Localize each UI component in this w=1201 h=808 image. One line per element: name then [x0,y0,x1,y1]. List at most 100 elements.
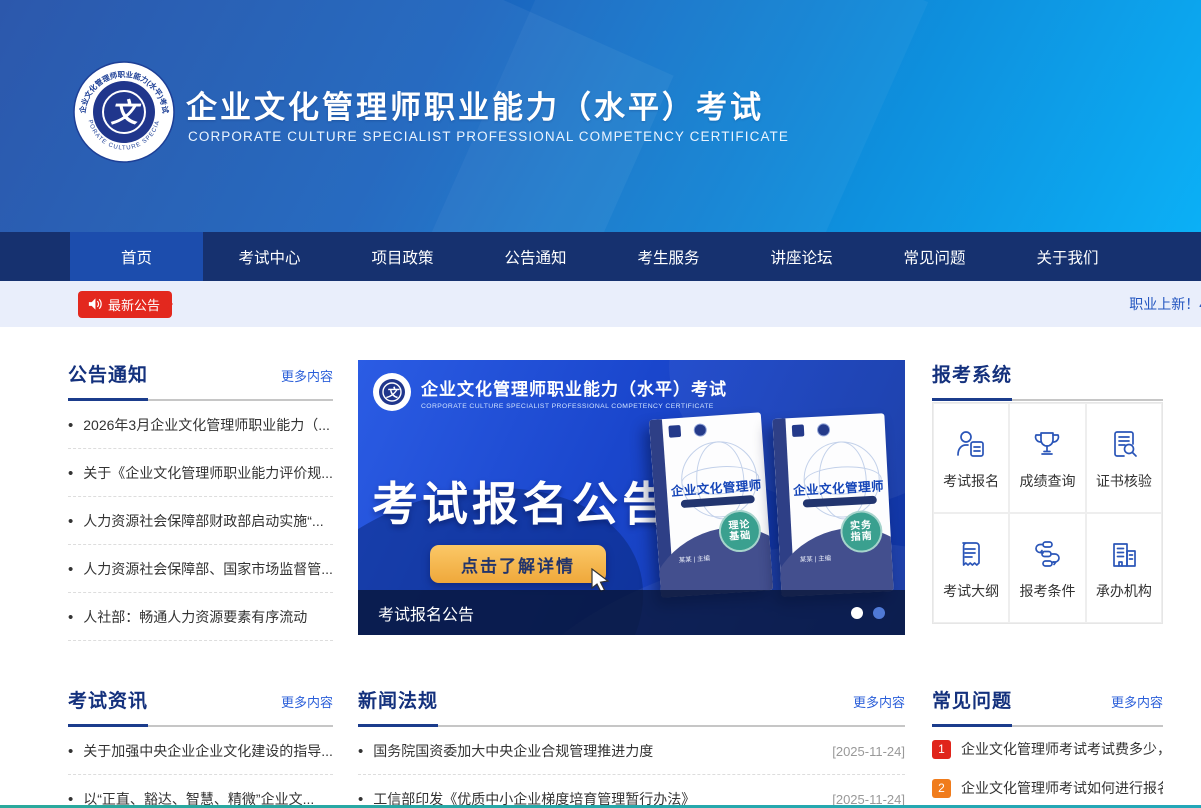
apply-conditions-icon [1029,536,1065,572]
announcement-item[interactable]: • 2026年3月企业文化管理师职业能力（... [68,401,333,449]
notice-ticker-link[interactable]: 职业上新！4 [1129,294,1201,314]
notice-bar: 最新公告 职业上新！4 [0,281,1201,327]
book-tag [668,425,681,438]
page: 企业文化管理师职业能力(水平)考试 CORPORATE CULTURE SPEC… [0,0,1201,808]
cell-label: 报考条件 [1019,581,1075,601]
banner-caption-bar: 考试报名公告 [358,590,905,635]
cell-label: 考试大纲 [943,581,999,601]
site-header: 企业文化管理师职业能力(水平)考试 CORPORATE CULTURE SPEC… [0,0,1201,232]
bullet-icon: • [358,744,363,759]
news-laws-item[interactable]: • 工信部印发《优质中小企业梯度培育管理暂行办法》 [2025-11-24] [358,775,905,808]
exam-register-icon [953,426,989,462]
nav-item-lecture-forum[interactable]: 讲座论坛 [735,232,868,281]
divider [358,725,905,727]
exam-outline-icon [953,536,989,572]
apply-system-title: 报考系统 [932,360,1012,387]
apply-system-item-score[interactable]: 成绩查询 [1009,403,1085,513]
cell-label: 成绩查询 [1019,471,1075,491]
nav-item-candidate-services[interactable]: 考生服务 [602,232,735,281]
banner-logo-glyph: 文 [386,386,400,400]
book-author: 某某 | 主编 [800,552,832,564]
site-subtitle: CORPORATE CULTURE SPECIALIST PROFESSIONA… [188,129,789,144]
apply-system-item-register[interactable]: 考试报名 [933,403,1009,513]
book-badge-line: 指南 [850,531,873,544]
announcement-link[interactable]: 人力资源社会保障部、国家市场监督管... [83,559,333,579]
announcement-item[interactable]: • 人力资源社会保障部、国家市场监督管... [68,545,333,593]
announcements-more-link[interactable]: 更多内容 [281,366,333,385]
banner-books: 企业文化管理师 某某 | 主编 理论 基础 [655,416,889,594]
news-laws-panel: 新闻法规 更多内容 • 国务院国资委加大中央企业合规管理推进力度 [2025-1… [358,686,905,808]
announcements-title: 公告通知 [68,360,148,387]
faq-link[interactable]: 企业文化管理师考试如何进行报名... [961,778,1163,798]
banner-logo-icon: 文 [372,372,412,412]
banner-brand-subtitle: CORPORATE CULTURE SPECIALIST PROFESSIONA… [421,403,727,410]
apply-system-item-conditions[interactable]: 报考条件 [1009,513,1085,623]
divider [68,725,333,727]
cell-label: 考试报名 [943,471,999,491]
nav-item-announcements[interactable]: 公告通知 [469,232,602,281]
faq-title: 常见问题 [932,686,1012,713]
news-laws-item[interactable]: • 国务院国资委加大中央企业合规管理推进力度 [2025-11-24] [358,727,905,775]
exam-news-link[interactable]: 关于加强中央企业企业文化建设的指导... [83,741,333,761]
faq-number-badge: 1 [932,740,951,759]
banner-headline: 考试报名公告 [372,468,672,534]
carousel-dots [851,607,885,619]
banner-caption: 考试报名公告 [378,601,851,625]
speaker-icon [87,297,102,311]
apply-system-item-organizer[interactable]: 承办机构 [1086,513,1162,623]
nav-item-exam-center[interactable]: 考试中心 [203,232,336,281]
announcement-item[interactable]: • 关于《企业文化管理师职业能力评价规... [68,449,333,497]
announcement-item[interactable]: • 人社部：畅通人力资源要素有序流动 [68,593,333,641]
exam-news-more-link[interactable]: 更多内容 [281,692,333,711]
announcement-link[interactable]: 2026年3月企业文化管理师职业能力（... [83,415,333,435]
news-laws-title: 新闻法规 [358,686,438,713]
nav-item-faq[interactable]: 常见问题 [868,232,1001,281]
divider [932,725,1163,727]
banner-panel: 文 企业文化管理师职业能力（水平）考试 CORPORATE CULTURE SP… [358,360,905,635]
book-tag [792,424,805,437]
cell-label: 承办机构 [1096,581,1152,601]
main-nav: 首页 考试中心 项目政策 公告通知 考生服务 讲座论坛 常见问题 关于我们 [0,232,1201,281]
book-logo-icon [817,423,831,437]
banner-brand: 文 企业文化管理师职业能力（水平）考试 CORPORATE CULTURE SP… [372,372,727,412]
faq-item[interactable]: 2 企业文化管理师考试如何进行报名... [932,771,1163,805]
announcement-link[interactable]: 人社部：畅通人力资源要素有序流动 [83,607,333,627]
exam-news-title: 考试资讯 [68,686,148,713]
latest-notice-label: 最新公告 [108,295,160,314]
exam-news-item[interactable]: • 以“正直、豁达、智慧、精微”企业文... [68,775,333,808]
announcement-item[interactable]: • 人力资源社会保障部财政部启动实施“... [68,497,333,545]
nav-item-policy[interactable]: 项目政策 [336,232,469,281]
bullet-icon: • [68,562,73,577]
exam-news-panel: 考试资讯 更多内容 • 关于加强中央企业企业文化建设的指导... • 以“正直、… [68,686,333,808]
site-logo-icon: 企业文化管理师职业能力(水平)考试 CORPORATE CULTURE SPEC… [72,60,176,164]
book-badge-line: 基础 [729,530,752,543]
faq-link[interactable]: 企业文化管理师考试考试费多少，... [961,739,1163,759]
book-cover: 企业文化管理师 某某 | 主编 理论 基础 [649,412,773,597]
book-logo-icon [693,423,707,437]
news-laws-more-link[interactable]: 更多内容 [853,692,905,711]
apply-system-item-certificate[interactable]: 证书核验 [1086,403,1162,513]
book-cover: 企业文化管理师 某某 | 主编 实务 指南 [772,413,893,597]
main-content: 公告通知 更多内容 • 2026年3月企业文化管理师职业能力（... • 关于《… [0,327,1201,808]
carousel-dot-2[interactable] [873,607,885,619]
banner-slide[interactable]: 文 企业文化管理师职业能力（水平）考试 CORPORATE CULTURE SP… [358,360,905,635]
nav-item-home[interactable]: 首页 [70,232,203,281]
faq-item[interactable]: 1 企业文化管理师考试考试费多少，... [932,732,1163,766]
news-laws-link[interactable]: 国务院国资委加大中央企业合规管理推进力度 [373,741,810,761]
nav-item-about-us[interactable]: 关于我们 [1001,232,1134,281]
announcements-panel: 公告通知 更多内容 • 2026年3月企业文化管理师职业能力（... • 关于《… [68,360,333,641]
announcement-link[interactable]: 人力资源社会保障部财政部启动实施“... [83,511,333,531]
row-bottom: 考试资讯 更多内容 • 关于加强中央企业企业文化建设的指导... • 以“正直、… [68,686,1163,808]
bullet-icon: • [68,744,73,759]
bullet-icon: • [68,610,73,625]
faq-more-link[interactable]: 更多内容 [1111,692,1163,711]
exam-news-item[interactable]: • 关于加强中央企业企业文化建设的指导... [68,727,333,775]
logo-glyph: 文 [111,98,142,128]
faq-number-badge: 2 [932,779,951,798]
carousel-dot-1[interactable] [851,607,863,619]
apply-system-item-outline[interactable]: 考试大纲 [933,513,1009,623]
site-title: 企业文化管理师职业能力（水平）考试 [186,82,764,127]
announcement-link[interactable]: 关于《企业文化管理师职业能力评价规... [83,463,333,483]
banner-detail-button[interactable]: 点击了解详情 [430,545,606,583]
bullet-icon: • [68,418,73,433]
